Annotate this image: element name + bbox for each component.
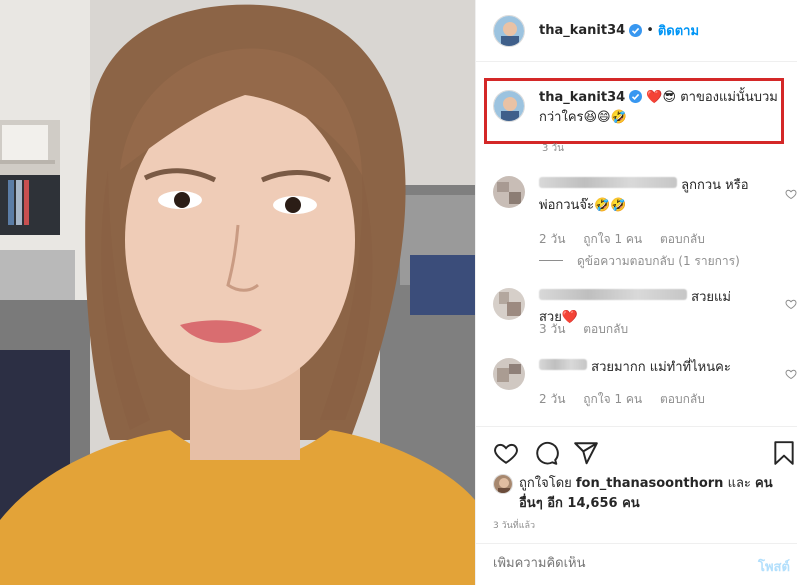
avatar[interactable] bbox=[493, 90, 525, 122]
heart-icon[interactable] bbox=[493, 440, 519, 466]
header-username[interactable]: tha_kanit34 bbox=[539, 23, 625, 38]
view-replies-label: ดูข้อความตอบกลับ (1 รายการ) bbox=[577, 254, 740, 268]
comment-meta: 2 วัน ถูกใจ 1 คน ตอบกลับ bbox=[539, 230, 719, 249]
bookmark-icon[interactable] bbox=[771, 440, 797, 466]
share-icon[interactable] bbox=[573, 440, 599, 466]
follow-button[interactable]: ติดตาม bbox=[658, 20, 699, 41]
comment-icon[interactable] bbox=[533, 440, 559, 466]
comment-timestamp: 2 วัน bbox=[539, 392, 566, 406]
comment-timestamp: 3 วัน bbox=[539, 322, 566, 336]
caption-username[interactable]: tha_kanit34 bbox=[539, 90, 625, 105]
avatar[interactable] bbox=[493, 14, 525, 47]
post-comment-button[interactable]: โพสต์ bbox=[758, 556, 790, 577]
comment-likes[interactable]: ถูกใจ 1 คน bbox=[583, 392, 642, 406]
likes-summary: ถูกใจโดย fon_thanasoonthorn และ คนอื่นๆ … bbox=[493, 474, 783, 514]
small-heart-icon[interactable] bbox=[785, 298, 797, 310]
avatar[interactable] bbox=[493, 474, 513, 494]
comment-text: สวยมากก แม่ทำที่ไหนคะ bbox=[539, 358, 751, 378]
post-details-panel: tha_kanit34 • ติดตาม tha_kanit34 ❤️😎 ตาข… bbox=[475, 0, 797, 585]
separator-dot: • bbox=[646, 23, 654, 38]
avatar[interactable] bbox=[493, 176, 525, 208]
post-header: tha_kanit34 • ติดตาม bbox=[476, 0, 797, 62]
divider bbox=[476, 543, 797, 544]
verified-badge-icon bbox=[629, 24, 643, 37]
reply-button[interactable]: ตอบกลับ bbox=[583, 322, 628, 336]
likes-text: ถูกใจโดย fon_thanasoonthorn และ คนอื่นๆ … bbox=[519, 474, 783, 514]
comment-timestamp: 2 วัน bbox=[539, 232, 566, 246]
blurred-username bbox=[539, 177, 677, 188]
add-comment-input[interactable] bbox=[493, 556, 703, 571]
comment-meta: 2 วัน ถูกใจ 1 คน ตอบกลับ bbox=[539, 390, 719, 409]
caption: tha_kanit34 ❤️😎 ตาของแม่นั้นบวมกว่าใคร😆😄… bbox=[493, 88, 778, 128]
liker-username[interactable]: fon_thanasoonthorn bbox=[576, 476, 724, 491]
action-bar bbox=[493, 440, 794, 468]
reply-button[interactable]: ตอบกลับ bbox=[660, 392, 705, 406]
reply-button[interactable]: ตอบกลับ bbox=[660, 232, 705, 246]
blurred-username bbox=[539, 289, 687, 300]
comment-text: ลูกกวน หรือพ่อกวนจ๊ะ🤣🤣 bbox=[539, 176, 751, 216]
comment-body: สวยมากก แม่ทำที่ไหนคะ bbox=[591, 360, 731, 375]
avatar[interactable] bbox=[493, 358, 525, 390]
blurred-username bbox=[539, 359, 587, 370]
comment-meta: 3 วัน ตอบกลับ bbox=[539, 320, 642, 339]
post-photo[interactable] bbox=[0, 0, 475, 585]
view-replies-button[interactable]: ดูข้อความตอบกลับ (1 รายการ) bbox=[539, 252, 740, 271]
avatar[interactable] bbox=[493, 288, 525, 320]
comment-likes[interactable]: ถูกใจ 1 คน bbox=[583, 232, 642, 246]
verified-badge-icon bbox=[629, 90, 643, 103]
replies-line bbox=[539, 260, 563, 261]
likes-prefix: ถูกใจโดย bbox=[519, 476, 576, 491]
small-heart-icon[interactable] bbox=[785, 188, 797, 200]
likes-and: และ bbox=[723, 476, 756, 491]
divider bbox=[476, 426, 797, 427]
post-timestamp: 3 วันที่แล้ว bbox=[493, 521, 536, 531]
caption-text: tha_kanit34 ❤️😎 ตาของแม่นั้นบวมกว่าใคร😆😄… bbox=[539, 88, 778, 128]
small-heart-icon[interactable] bbox=[785, 368, 797, 380]
caption-timestamp: 3 วัน bbox=[542, 143, 564, 154]
